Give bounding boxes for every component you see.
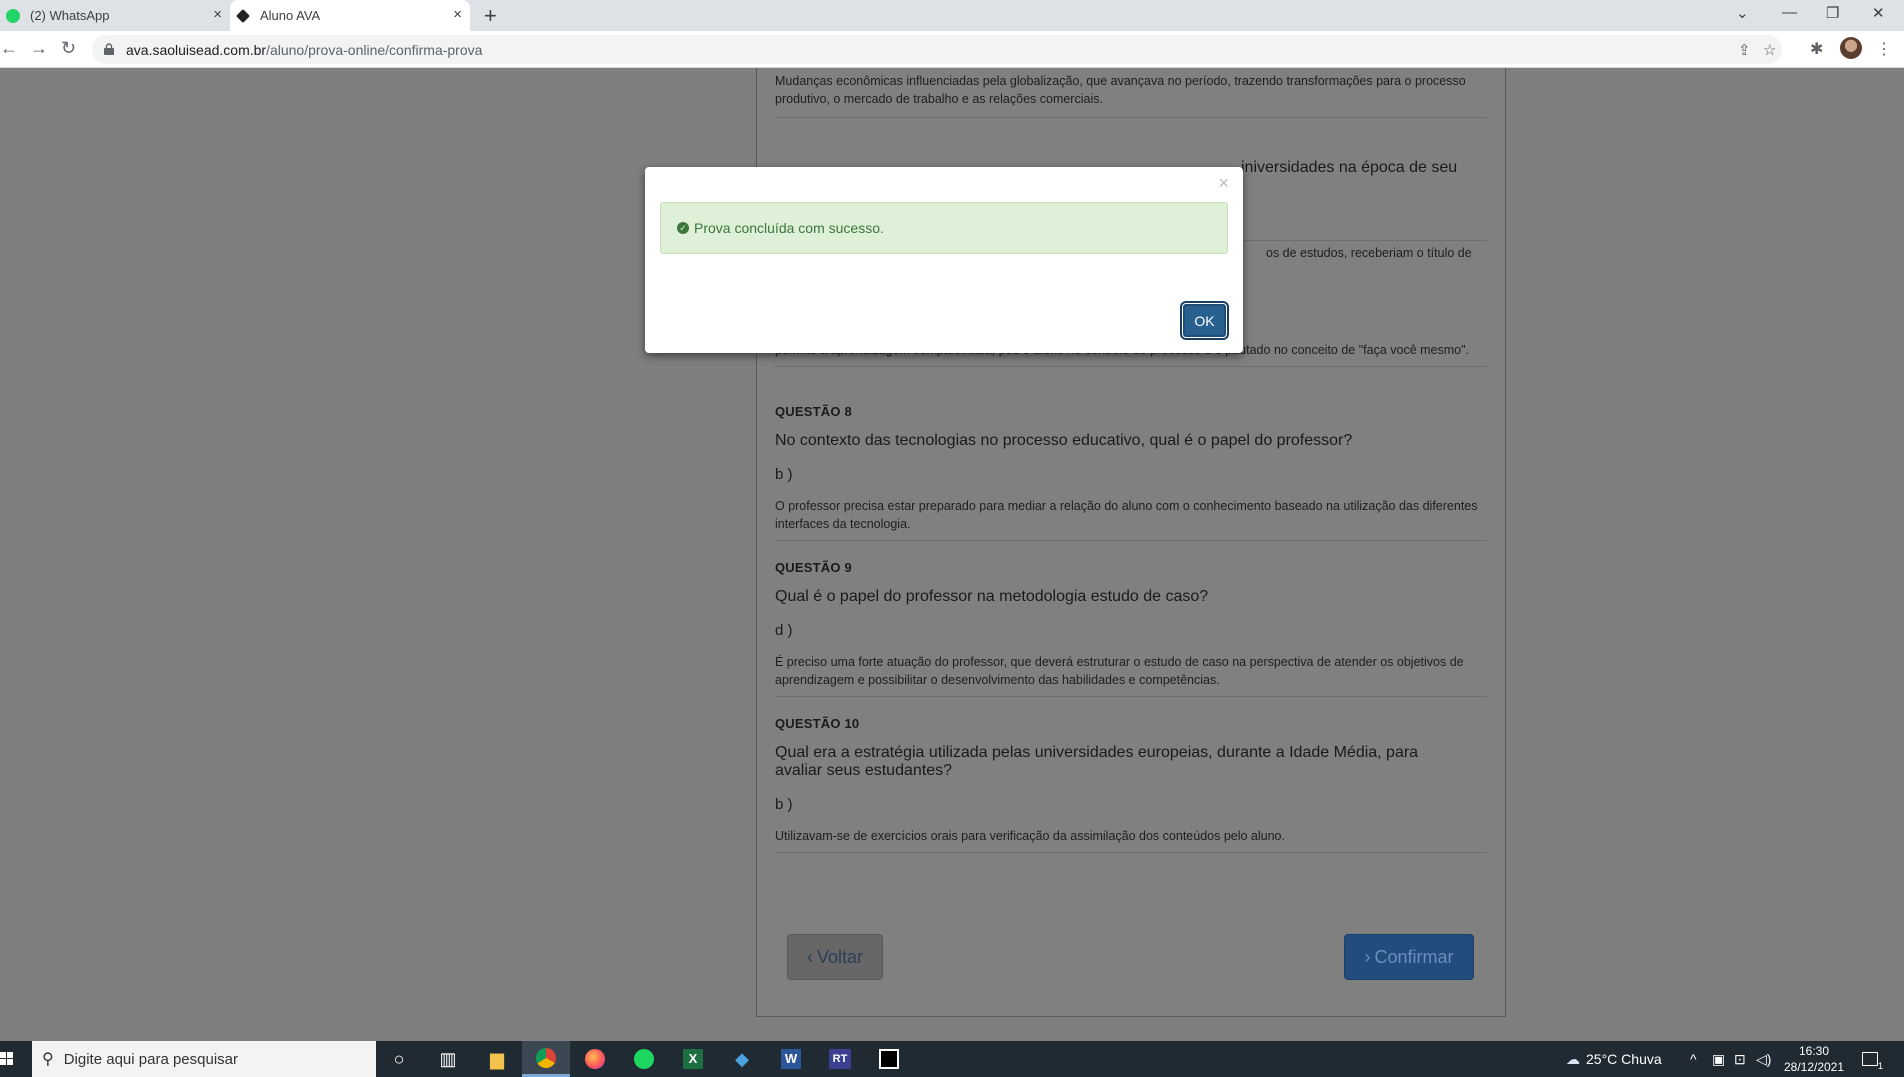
chrome-icon[interactable] [522, 1041, 570, 1077]
windows-start-icon[interactable] [0, 1041, 30, 1077]
whatsapp-icon [6, 8, 20, 23]
volume-icon[interactable]: ◁) [1756, 1041, 1771, 1077]
ok-button[interactable]: OK [1180, 301, 1229, 340]
question-6-partial-answer: Mudanças econômicas influenciadas pela g… [775, 68, 1487, 118]
lock-icon[interactable] [104, 43, 114, 55]
question-number: QUESTÃO 8 [775, 404, 852, 419]
question-10: QUESTÃO 10 Qual era a estratégia utiliza… [775, 716, 1487, 853]
task-view-icon[interactable]: ▥ [424, 1041, 472, 1077]
question-6-text-partial: iniversidades na época de seu [1241, 159, 1458, 176]
clock-time: 16:30 [1798, 1044, 1830, 1058]
extensions-icon[interactable]: ✱ [1810, 39, 1823, 59]
clock-date: 28/12/2021 [1783, 1060, 1845, 1074]
tab-label: Aluno AVA [260, 8, 321, 23]
taskbar-search-box[interactable]: ⚲ Digite aqui para pesquisar [32, 1041, 376, 1077]
success-alert: ✓ Prova concluída com sucesso. [660, 202, 1228, 254]
question-8: QUESTÃO 8 No contexto das tecnologias no… [775, 404, 1487, 541]
rt-app-icon[interactable]: RT [816, 1041, 864, 1077]
bookmark-star-icon[interactable]: ☆ [1763, 41, 1776, 59]
chevron-left-icon: ‹ [806, 946, 813, 967]
page-overlay-backdrop: Mudanças econômicas influenciadas pela g… [0, 68, 1904, 1041]
answer-text: Mudanças econômicas influenciadas pela g… [775, 74, 1466, 106]
notification-count: 1 [1877, 1061, 1883, 1071]
word-icon[interactable]: W [767, 1041, 815, 1077]
close-window-icon[interactable]: ✕ [1872, 4, 1885, 22]
back-button-label: Voltar [816, 946, 864, 967]
tab-search-icon[interactable]: ⌄ [1736, 4, 1749, 22]
close-tab-icon[interactable]: × [213, 7, 222, 23]
chevron-right-icon: › [1364, 946, 1371, 967]
selected-option: d ) [775, 622, 793, 639]
question-text: Qual era a estratégia utilizada pelas un… [775, 744, 1419, 779]
tab-aluno-ava[interactable]: Aluno AVA × [230, 0, 470, 31]
question-text: No contexto das tecnologias no processo … [775, 432, 1353, 449]
share-icon[interactable]: ⇪ [1738, 41, 1751, 59]
close-tab-icon[interactable]: × [453, 7, 462, 23]
minimize-icon[interactable]: — [1782, 4, 1797, 21]
graduation-cap-icon [236, 8, 250, 23]
check-circle-icon: ✓ [677, 222, 689, 234]
selected-option: b ) [775, 466, 793, 483]
kodi-icon[interactable]: ◆ [718, 1041, 766, 1077]
weather-text: 25°C Chuva [1586, 1051, 1662, 1067]
back-icon[interactable]: ← [0, 38, 18, 59]
tab-strip: (2) WhatsApp × Aluno AVA × + ⌄ — ❐ ✕ [0, 0, 1904, 31]
search-icon: ⚲ [42, 1051, 54, 1068]
tab-whatsapp[interactable]: (2) WhatsApp × [0, 0, 230, 31]
file-explorer-icon[interactable]: ▆ [473, 1041, 521, 1077]
windows-taskbar: ⚲ Digite aqui para pesquisar ○ ▥ ▆ X ◆ W… [0, 1041, 1904, 1077]
restore-icon[interactable]: ❐ [1826, 4, 1839, 22]
question-number: QUESTÃO 10 [775, 716, 860, 731]
address-bar[interactable]: ava.saoluisead.com.br/aluno/prova-online… [92, 35, 1782, 64]
xbox-app-icon[interactable] [865, 1041, 913, 1077]
reload-icon[interactable]: ↻ [61, 38, 76, 59]
back-button[interactable]: ‹ Voltar [787, 934, 883, 980]
notification-center-icon[interactable]: 1 [1862, 1041, 1883, 1077]
forward-icon[interactable]: → [30, 38, 48, 59]
question-number: QUESTÃO 9 [775, 560, 852, 575]
address-toolbar: ← → ↻ ava.saoluisead.com.br/aluno/prova-… [0, 31, 1904, 68]
system-clock[interactable]: 16:30 28/12/2021 [1780, 1043, 1848, 1075]
show-hidden-icons-chevron-icon[interactable]: ^ [1690, 1041, 1697, 1077]
meet-now-icon[interactable]: ▣ [1712, 1041, 1725, 1077]
selected-option: b ) [775, 796, 793, 813]
url-text: ava.saoluisead.com.br/aluno/prova-online… [126, 42, 483, 58]
firefox-icon[interactable] [571, 1041, 619, 1077]
question-text: Qual é o papel do professor na metodolog… [775, 588, 1209, 605]
spotify-icon[interactable] [620, 1041, 668, 1077]
answer-text: O professor precisa estar preparado para… [775, 499, 1478, 531]
answer-text: É preciso uma forte atuação do professor… [775, 655, 1464, 687]
cortana-icon[interactable]: ○ [375, 1041, 423, 1077]
menu-kebab-icon[interactable]: ⋮ [1876, 39, 1892, 59]
alert-message: Prova concluída com sucesso. [694, 220, 884, 236]
network-icon[interactable]: ⊡ [1734, 1041, 1746, 1077]
profile-avatar[interactable] [1840, 37, 1862, 59]
weather-widget[interactable]: ☁ 25°C Chuva [1566, 1041, 1662, 1077]
success-dialog: × ✓ Prova concluída com sucesso. OK [645, 167, 1243, 353]
rain-cloud-icon: ☁ [1566, 1050, 1580, 1067]
confirm-button[interactable]: › Confirmar [1344, 934, 1474, 980]
search-placeholder: Digite aqui para pesquisar [63, 1050, 238, 1068]
question-9: QUESTÃO 9 Qual é o papel do professor na… [775, 560, 1487, 697]
tab-label: (2) WhatsApp [30, 8, 110, 23]
excel-icon[interactable]: X [669, 1041, 717, 1077]
close-icon[interactable]: × [1218, 173, 1229, 194]
new-tab-button[interactable]: + [484, 3, 497, 29]
confirm-button-label: Confirmar [1374, 946, 1454, 967]
answer-text: Utilizavam-se de exercícios orais para v… [775, 829, 1285, 843]
